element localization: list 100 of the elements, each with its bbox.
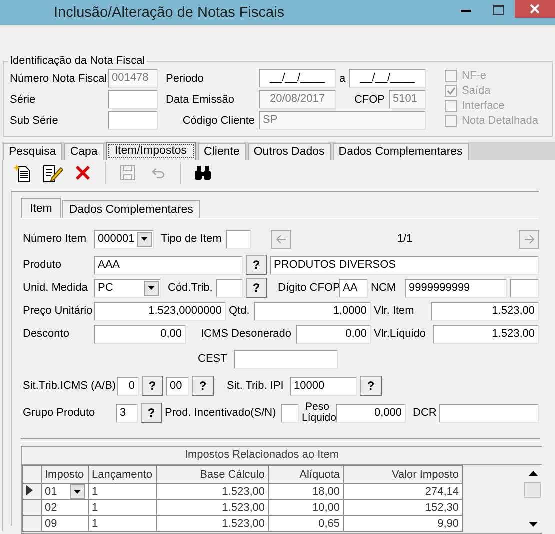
table-cell: 1	[88, 516, 156, 532]
input-field[interactable]: 00	[166, 376, 189, 396]
input-field[interactable]: 0,00	[94, 324, 186, 344]
field-label: Sit.Trib.ICMS (A/B)	[23, 380, 114, 392]
input-field[interactable]	[234, 350, 338, 368]
table-cell: 09	[42, 516, 88, 532]
input-field[interactable]: 9999999999	[405, 278, 507, 298]
window-title: Inclusão/Alteração de Notas Fiscais	[54, 4, 284, 20]
input-field[interactable]	[510, 278, 539, 298]
group-title: Identificação da Nota Fiscal	[9, 55, 146, 67]
checkbox-label: Saída	[462, 85, 491, 97]
input-field[interactable]: PRODUTOS DIVERSOS	[270, 256, 539, 274]
input-field[interactable]: 0,000	[336, 404, 406, 422]
field-label: Sub Série	[10, 114, 60, 126]
edit-icon	[43, 164, 63, 182]
input-field[interactable]: 1.523,00	[433, 324, 539, 344]
tab[interactable]: Dados Complementares	[332, 143, 469, 160]
input-field[interactable]	[226, 230, 251, 248]
table-cell: 152,30	[344, 500, 462, 516]
checkbox-label: Interface	[462, 100, 505, 112]
dropdown-field[interactable]: 000001	[94, 230, 154, 248]
input-field[interactable]: 3	[116, 404, 138, 422]
field-label: Produto	[23, 259, 63, 271]
tab[interactable]: Outros Dados	[248, 143, 331, 160]
maximize-icon	[493, 5, 504, 15]
field-label: Número Nota Fiscal	[10, 72, 108, 84]
close-button[interactable]	[515, 0, 555, 18]
column-header[interactable]: Imposto	[42, 466, 88, 484]
input-field[interactable]: 1.523,00	[431, 302, 539, 320]
lookup-button[interactable]: ?	[246, 278, 267, 298]
table-cell: 18,00	[268, 484, 344, 500]
input-field[interactable]	[108, 90, 158, 109]
input-field[interactable]: 0	[117, 376, 139, 396]
new-document-icon	[14, 164, 32, 182]
table-cell: 1.523,00	[156, 516, 268, 532]
right-arrow-icon	[524, 234, 534, 244]
field-label: Cód.Trib.	[167, 282, 213, 294]
field-label: Prod. Incentivado(S/N)	[165, 407, 278, 419]
field-label: Preço Unitário	[23, 305, 91, 317]
checkbox-label: NF-e	[462, 70, 486, 82]
binoculars-icon	[194, 165, 212, 181]
date-field[interactable]: __/__/____	[259, 69, 336, 88]
input-field[interactable]	[281, 404, 299, 422]
tab[interactable]: Item	[21, 198, 62, 218]
field-label: Número Item	[23, 233, 88, 245]
scroll-up-icon[interactable]	[528, 471, 538, 476]
field-label: DCR	[412, 407, 436, 419]
dropdown-field[interactable]: PC	[94, 278, 161, 298]
input-field[interactable]: 10000	[290, 376, 357, 396]
field-label: Qtd.	[229, 305, 251, 317]
field-label: Sit. Trib. IPI	[226, 380, 285, 392]
input-field[interactable]	[108, 111, 158, 130]
table-cell: 1	[88, 484, 156, 500]
lookup-button[interactable]: ?	[246, 255, 267, 275]
field-label: a	[338, 72, 347, 84]
lookup-button[interactable]: ?	[142, 376, 163, 396]
table-cell: 1	[88, 500, 156, 516]
input-field[interactable]	[439, 404, 539, 422]
input-field[interactable]: 1.523,0000000	[94, 302, 226, 320]
field-label: Desconto	[23, 328, 70, 340]
table-cell: 02	[42, 500, 88, 516]
checkbox-label: Nota Detalhada	[462, 115, 538, 127]
delete-icon	[75, 165, 91, 181]
scroll-down-icon[interactable]	[528, 522, 538, 527]
lookup-button[interactable]: ?	[192, 376, 214, 396]
field-label: CEST	[198, 353, 228, 365]
field-label: Vlr. Item	[374, 305, 416, 317]
field-label: NCM	[371, 282, 398, 294]
tab[interactable]: Capa	[64, 143, 104, 160]
field-label: Grupo Produto	[23, 407, 96, 419]
tab[interactable]: Dados Complementares	[62, 200, 200, 218]
column-header[interactable]: Alíquota	[268, 466, 344, 484]
column-header[interactable]: Lançamento	[88, 466, 156, 484]
tab[interactable]: Cliente	[198, 143, 246, 160]
lookup-button[interactable]: ?	[360, 376, 382, 396]
record-position: 1/1	[396, 233, 414, 245]
column-header[interactable]: Base Cálculo	[156, 466, 268, 484]
tab[interactable]: Pesquisa	[3, 143, 62, 160]
lookup-button[interactable]: ?	[141, 403, 162, 423]
input-field[interactable]: 0,00	[296, 324, 371, 344]
tab[interactable]: Item/Impostos	[106, 142, 196, 160]
undo-icon	[150, 167, 166, 179]
field-label: Vlr.Líquido	[374, 328, 427, 340]
field-label: ICMS Desonerado	[200, 328, 292, 340]
field-label: Código Cliente	[182, 114, 256, 126]
save-icon	[120, 165, 136, 181]
input-field[interactable]	[216, 278, 243, 298]
input-field[interactable]: AAA	[94, 256, 243, 274]
field-label: Periodo	[165, 72, 205, 84]
table-cell[interactable]: 01	[42, 484, 88, 500]
column-header[interactable]: Valor Imposto	[344, 466, 462, 484]
scrollbar-thumb[interactable]	[524, 482, 541, 498]
row-indicator[interactable]	[22, 484, 42, 500]
input-field[interactable]: 1,0000	[254, 302, 371, 320]
table-cell: 9,90	[344, 516, 462, 532]
input-field[interactable]: AA	[339, 278, 368, 298]
table-cell: 0,65	[268, 516, 344, 532]
table-cell: 274,14	[344, 484, 462, 500]
date-field[interactable]: __/__/____	[349, 69, 426, 88]
field-label: CFOP	[353, 94, 386, 106]
